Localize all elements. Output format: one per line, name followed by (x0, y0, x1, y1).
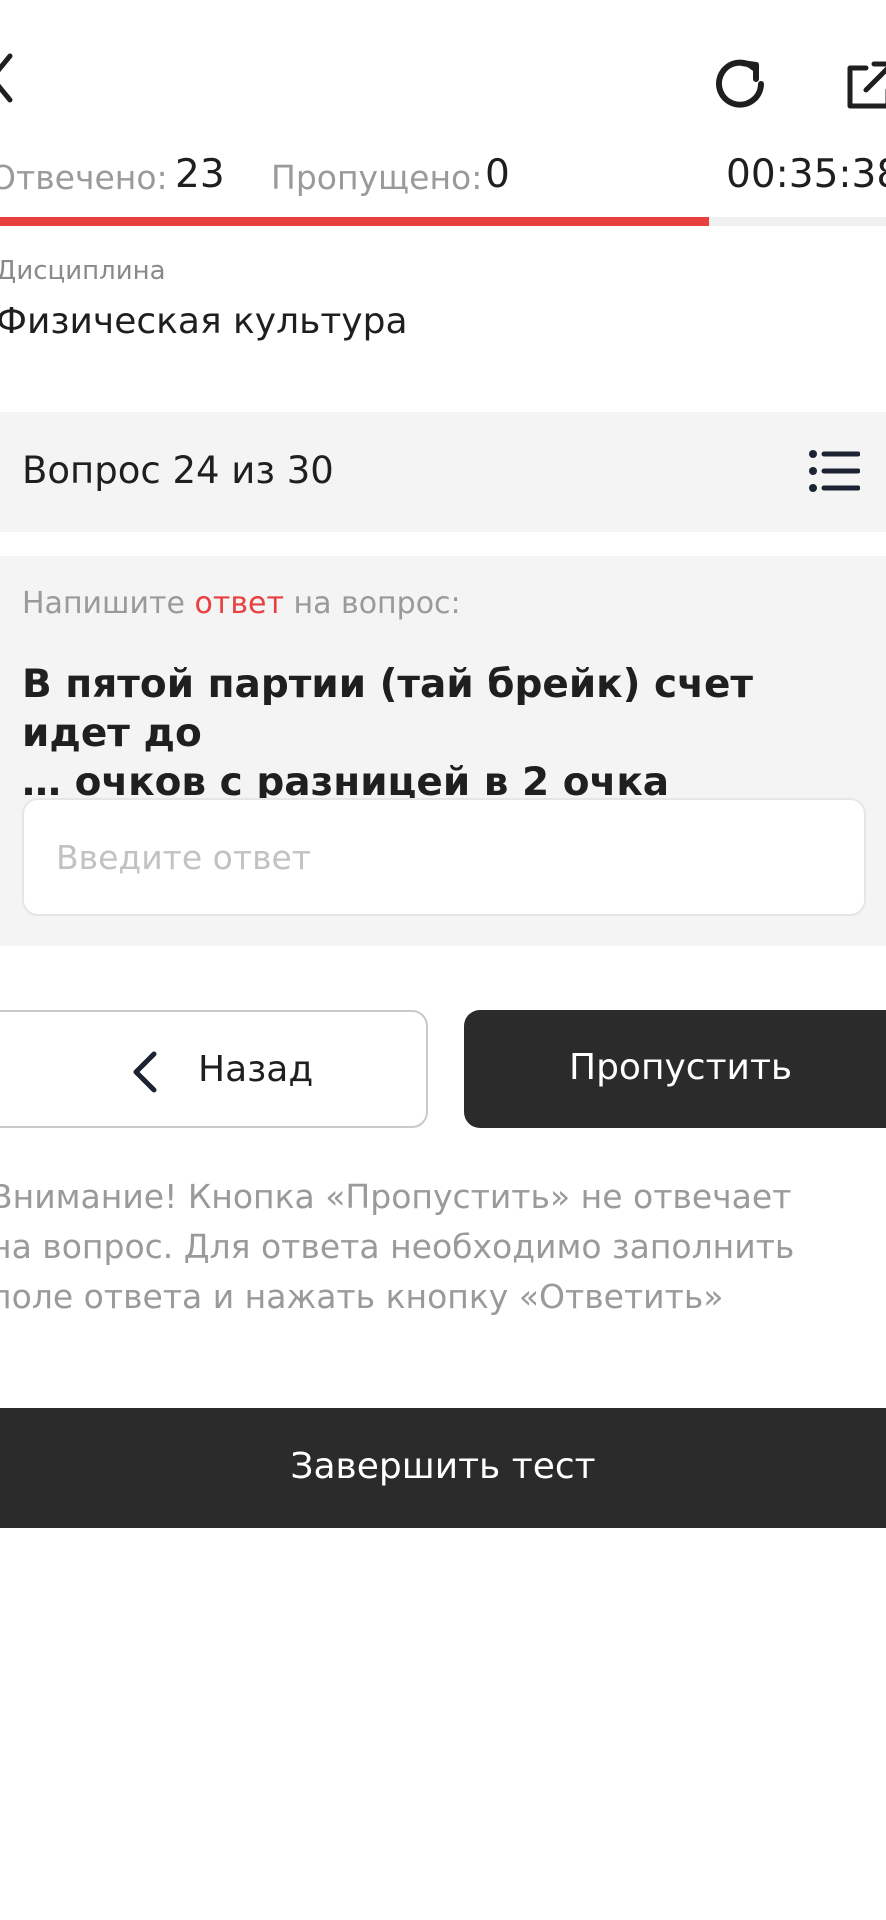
question-text-line: В пятой партии (тай брейк) счет идет до (22, 662, 754, 756)
chevron-left-icon[interactable] (0, 52, 20, 104)
timer: 00:35:38 (726, 152, 886, 197)
question-card: Напишите ответ на вопрос: В пятой партии… (0, 556, 886, 946)
skip-warning: Внимание! Кнопка «Пропустить» не отвечае… (0, 1172, 886, 1322)
progress-fill (0, 217, 709, 226)
skip-button[interactable]: Пропустить (464, 1010, 886, 1128)
question-text: В пятой партии (тай брейк) счет идет до … (22, 660, 872, 807)
skip-button-label: Пропустить (569, 1047, 793, 1088)
warning-line: поле ответа и нажать кнопку «Ответить» (0, 1277, 724, 1316)
question-header: Вопрос 24 из 30 (0, 412, 886, 532)
instruction-text-end: на вопрос: (283, 586, 461, 621)
chevron-left-icon (130, 1050, 160, 1094)
question-counter: Вопрос 24 из 30 (22, 449, 334, 492)
stats-row: Отвечено: 23 Пропущено: 0 00:35:38 (0, 150, 886, 200)
back-button-label: Назад (198, 1049, 314, 1090)
answered-label: Отвечено: (0, 158, 168, 197)
list-icon[interactable] (808, 448, 861, 494)
warning-line: Внимание! Кнопка «Пропустить» не отвечае… (0, 1177, 792, 1216)
refresh-icon[interactable] (712, 54, 772, 114)
question-instruction: Напишите ответ на вопрос: (22, 586, 461, 621)
discipline-name: Физическая культура (0, 301, 408, 342)
instruction-accent: ответ (194, 586, 284, 621)
finish-test-label: Завершить тест (290, 1446, 596, 1487)
instruction-text: Напишите (22, 586, 195, 621)
finish-test-button[interactable]: Завершить тест (0, 1408, 886, 1528)
answer-input[interactable] (22, 798, 866, 916)
back-button[interactable]: Назад (0, 1010, 428, 1128)
external-link-icon[interactable] (844, 60, 886, 110)
progress-bar (0, 217, 886, 226)
skipped-label: Пропущено: (271, 158, 483, 197)
skipped-count: 0 (485, 152, 510, 197)
test-page: Отвечено: 23 Пропущено: 0 00:35:38 Дисци… (0, 0, 886, 1920)
answered-count: 23 (175, 152, 225, 197)
warning-line: на вопрос. Для ответа необходимо заполни… (0, 1227, 795, 1266)
discipline-label: Дисциплина (0, 256, 166, 286)
